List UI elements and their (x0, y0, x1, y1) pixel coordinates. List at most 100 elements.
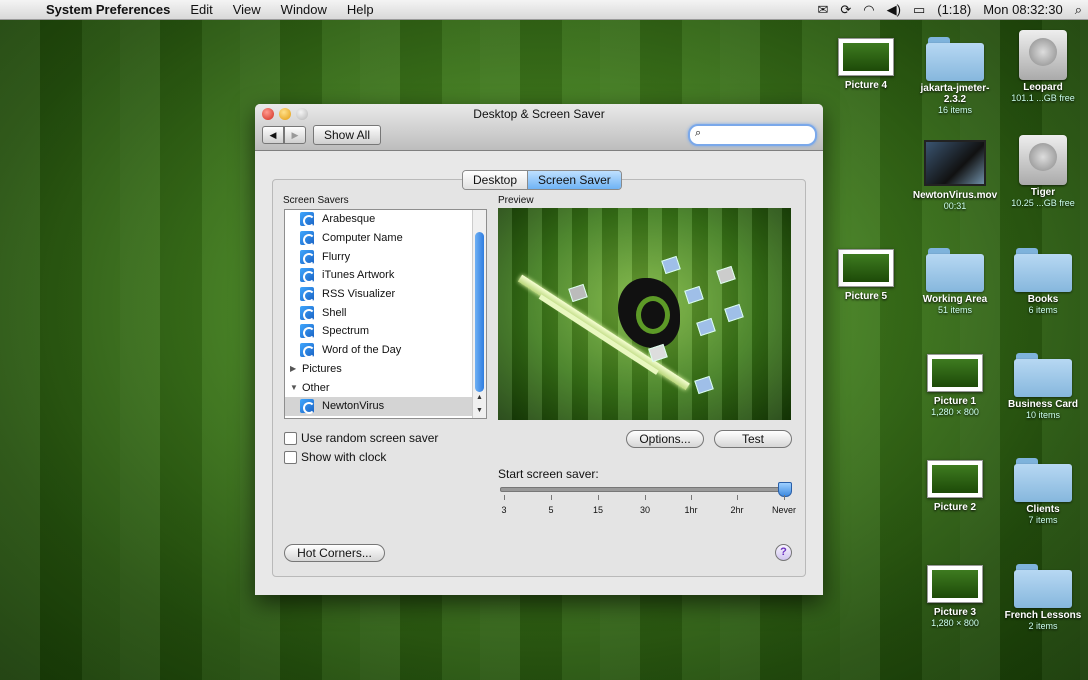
preview-graphic (716, 265, 736, 285)
desktop-icon-picture-4[interactable]: Picture 4 (821, 38, 911, 91)
preview-label: Preview (498, 195, 534, 206)
scroll-up-arrow-icon[interactable]: ▲ (473, 392, 486, 404)
slider-tick (784, 495, 785, 500)
desktop-icon-leopard[interactable]: Leopard 101.1 ...GB free (998, 30, 1088, 104)
scroll-down-arrow-icon[interactable]: ▼ (473, 405, 486, 417)
list-item[interactable]: Arabesque (285, 210, 486, 229)
checkbox-box[interactable] (284, 431, 297, 445)
desktop-icon-picture-2[interactable]: Picture 2 (910, 460, 1000, 513)
show-all-button[interactable]: Show All (313, 125, 381, 145)
preview-graphic (568, 283, 588, 303)
menu-app-name[interactable]: System Preferences (34, 2, 180, 17)
preview-graphic (618, 278, 680, 348)
disclosure-triangle-icon[interactable]: ▼ (290, 383, 302, 392)
menu-edit[interactable]: Edit (180, 2, 222, 17)
desktop-icon-newtonvirus-mov[interactable]: NewtonVirus.mov 00:31 (910, 140, 1000, 212)
search-field[interactable]: ⌕ (688, 124, 817, 146)
list-item[interactable]: Spectrum (285, 322, 486, 341)
desktop-icon-label: NewtonVirus.mov (912, 190, 998, 201)
desktop-icon-books[interactable]: Books 6 items (998, 246, 1088, 316)
menu-help[interactable]: Help (337, 2, 384, 17)
tab-screen-saver[interactable]: Screen Saver (527, 171, 621, 189)
preview-graphic (648, 343, 668, 363)
show-with-clock-checkbox[interactable]: Show with clock (284, 450, 386, 464)
desktop-icon-french-lessons[interactable]: French Lessons 2 items (998, 562, 1088, 632)
screen-saver-icon (300, 212, 315, 228)
start-screen-saver-slider[interactable] (500, 487, 790, 492)
list-item[interactable]: Shell (285, 303, 486, 322)
list-item-label: Computer Name (322, 232, 403, 245)
test-button[interactable]: Test (714, 430, 792, 448)
battery-time[interactable]: (1:18) (931, 2, 977, 17)
list-item-label: Flurry (322, 250, 351, 263)
desktop-icon-sub: 00:31 (943, 201, 967, 211)
list-item-label: NewtonVirus (322, 400, 385, 413)
sync-icon[interactable]: ⟳ (834, 2, 857, 18)
folder-icon (1014, 351, 1072, 397)
list-item[interactable]: Flurry (285, 247, 486, 266)
help-button[interactable]: ? (775, 544, 792, 561)
image-thumbnail-icon (838, 38, 894, 76)
screen-saver-icon (300, 399, 315, 415)
preview-graphic (694, 375, 714, 395)
slider-tick-label: 1hr (684, 505, 698, 515)
list-item[interactable]: iTunes Artwork (285, 266, 486, 285)
menu-view[interactable]: View (223, 2, 271, 17)
screen-saver-icon (300, 268, 315, 284)
desktop-icon-jakarta[interactable]: jakarta-jmeter-2.3.2 16 items (910, 35, 1000, 116)
menu-window[interactable]: Window (271, 2, 337, 17)
desktop-icon-picture-3[interactable]: Picture 3 1,280 × 800 (910, 565, 1000, 629)
desktop-icon-label: Picture 3 (933, 607, 977, 618)
menu-bar: System Preferences Edit View Window Help… (0, 0, 1088, 20)
desktop-icon-tiger[interactable]: Tiger 10.25 ...GB free (998, 135, 1088, 209)
list-item[interactable]: RSS Visualizer (285, 285, 486, 304)
window-titlebar[interactable]: Desktop & Screen Saver ◀ ▶ Show All ⌕ (255, 104, 823, 151)
list-item-selected[interactable]: NewtonVirus (285, 396, 486, 416)
mail-icon[interactable]: ✉ (811, 2, 834, 18)
screen-saver-list[interactable]: Arabesque Computer Name Flurry iTunes Ar… (284, 209, 487, 419)
group-label: Pictures (302, 362, 342, 375)
desktop-icon-clients[interactable]: Clients 7 items (998, 456, 1088, 526)
list-item-label: RSS Visualizer (322, 288, 396, 301)
folder-icon (1014, 456, 1072, 502)
desktop-icon-label: Business Card (1007, 399, 1079, 410)
screen-saver-icon (300, 231, 315, 247)
hot-corners-button[interactable]: Hot Corners... (284, 544, 385, 562)
list-item[interactable]: Word of the Day (285, 341, 486, 360)
group-other[interactable]: ▼ Other (285, 378, 486, 397)
random-screen-saver-checkbox[interactable]: Use random screen saver (284, 431, 438, 445)
slider-tick-label: 2hr (730, 505, 744, 515)
forward-button[interactable]: ▶ (284, 126, 306, 144)
folder-icon (926, 246, 984, 292)
battery-icon[interactable]: ▭ (907, 2, 931, 18)
wifi-icon[interactable]: ◠ (857, 2, 880, 18)
list-scrollbar[interactable]: ▲ ▼ (472, 210, 486, 418)
slider-tick (551, 495, 552, 500)
group-pictures[interactable]: ▶ Pictures (285, 360, 486, 379)
back-button[interactable]: ◀ (262, 126, 284, 144)
desktop-icon-sub: 1,280 × 800 (931, 407, 979, 417)
scrollbar-thumb[interactable] (475, 232, 484, 392)
slider-knob[interactable] (778, 482, 792, 497)
slider-tick (598, 495, 599, 500)
menu-clock[interactable]: Mon 08:32:30 (977, 2, 1069, 17)
folder-icon (1014, 246, 1072, 292)
desktop-icon-label: Working Area (922, 294, 988, 305)
desktop-icon-label: Books (1027, 294, 1059, 305)
tab-desktop[interactable]: Desktop (463, 171, 528, 189)
volume-icon[interactable]: ◀) (881, 2, 907, 18)
checkbox-box[interactable] (284, 450, 297, 464)
disclosure-triangle-icon[interactable]: ▶ (290, 364, 302, 373)
spotlight-icon[interactable]: ⌕ (1069, 2, 1088, 18)
tab-bar: Desktop Screen Saver (462, 170, 622, 190)
options-button[interactable]: Options... (626, 430, 704, 448)
desktop-icon-working-area[interactable]: Working Area 51 items (910, 246, 1000, 316)
desktop-icon-picture-1[interactable]: Picture 1 1,280 × 800 (910, 354, 1000, 418)
list-item-label: iTunes Artwork (322, 269, 395, 282)
desktop-icon-business-card[interactable]: Business Card 10 items (998, 351, 1088, 421)
search-icon: ⌕ (695, 127, 702, 139)
list-item[interactable]: Computer Name (285, 229, 486, 248)
desktop-icon-label: Picture 2 (933, 502, 977, 513)
screen-saver-preview (498, 208, 791, 420)
desktop-icon-picture-5[interactable]: Picture 5 (821, 249, 911, 302)
